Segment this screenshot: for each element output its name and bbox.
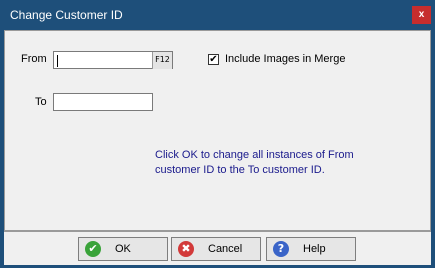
ok-button-label: OK xyxy=(115,243,131,255)
window-title: Change Customer ID xyxy=(10,8,123,22)
checkmark-icon: ✔ xyxy=(209,54,218,65)
instruction-message: Click OK to change all instances of From… xyxy=(155,149,354,176)
to-label: To xyxy=(35,96,47,108)
title-bar[interactable]: Change Customer ID x xyxy=(0,0,435,30)
dialog-body: From F12 ✔ Include Images in Merge To Cl… xyxy=(4,30,431,231)
cancel-button[interactable]: ✖ Cancel xyxy=(171,237,261,261)
cancel-icon: ✖ xyxy=(178,241,194,257)
change-customer-id-dialog: Change Customer ID x From F12 ✔ Include … xyxy=(0,0,435,268)
close-icon: x xyxy=(418,9,425,20)
from-label: From xyxy=(21,53,47,65)
cancel-button-label: Cancel xyxy=(208,243,243,255)
f12-lookup-button[interactable]: F12 xyxy=(152,52,172,69)
help-button-label: Help xyxy=(303,243,326,255)
help-button[interactable]: ? Help xyxy=(266,237,356,261)
help-icon: ? xyxy=(273,241,289,257)
button-bar: ✔ OK ✖ Cancel ? Help xyxy=(4,231,431,265)
from-customer-id-input[interactable]: F12 xyxy=(53,51,173,69)
close-button[interactable]: x xyxy=(412,6,431,24)
include-images-checkbox[interactable]: ✔ xyxy=(208,54,219,65)
include-images-label[interactable]: Include Images in Merge xyxy=(225,53,345,65)
text-caret xyxy=(57,55,58,67)
to-customer-id-input[interactable] xyxy=(53,93,153,111)
ok-button[interactable]: ✔ OK xyxy=(78,237,168,261)
f12-lookup-label: F12 xyxy=(155,55,170,64)
check-icon: ✔ xyxy=(85,241,101,257)
